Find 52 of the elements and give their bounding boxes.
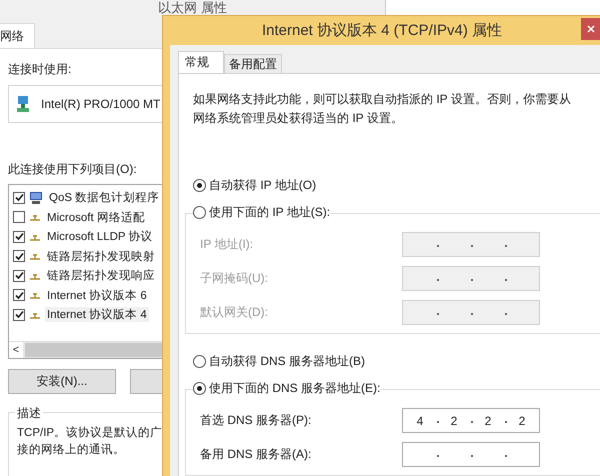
radio-label: 使用下面的 DNS 服务器地址(E): [209, 380, 380, 396]
radio-button[interactable] [193, 206, 206, 218]
checkbox[interactable] [13, 211, 25, 224]
radio-label: 自动获得 DNS 服务器地址(B) [209, 352, 365, 370]
radio-button[interactable] [193, 178, 206, 192]
tab[interactable]: 备用配置 [224, 54, 282, 73]
list-item[interactable]: Microsoft 网络适配 [45, 210, 147, 225]
radio-button[interactable] [193, 354, 206, 368]
field-label: 首选 DNS 服务器(P): [200, 412, 312, 429]
list-item[interactable]: Internet 协议版本 4 [45, 307, 149, 322]
adapter-name: Intel(R) PRO/1000 MT [41, 97, 160, 111]
list-label: 此连接使用下列项目(O): [8, 161, 137, 178]
dialog-title: Internet 协议版本 4 (TCP/IPv4) 属性 [262, 21, 502, 40]
description-text: TCP/IP。该协议是默认的广 接的网络上的通讯。 [17, 425, 164, 458]
network-protocol-icon [29, 291, 41, 300]
tab[interactable]: 常规 [178, 51, 224, 73]
network-protocol-icon [29, 310, 41, 319]
checkbox[interactable] [13, 289, 25, 302]
ip-address-field[interactable] [402, 442, 540, 467]
ip-address-field[interactable]: 4 2 2 2 [402, 408, 540, 433]
scroll-left-button[interactable]: < [9, 342, 23, 358]
network-protocol-icon [29, 272, 41, 280]
radio-label: 自动获得 IP 地址(O) [209, 176, 316, 194]
checkbox[interactable] [13, 250, 25, 262]
group-title: 描述 [15, 405, 43, 422]
list-item[interactable]: Microsoft LLDP 协议 [45, 229, 155, 244]
list-item[interactable]: 链路层拓扑发现响应 [45, 268, 157, 284]
intro-text: 如果网络支持此功能，则可以获取自动指派的 IP 设置。否则，你需要从网络系统管理员处获得适当的 IP 设置。 [193, 91, 572, 127]
radio-button[interactable] [193, 382, 206, 394]
close-button[interactable] [581, 18, 600, 40]
radio-label: 使用下面的 IP 地址(S): [209, 204, 330, 220]
network-protocol-icon [29, 232, 41, 241]
checkbox[interactable] [13, 308, 25, 321]
list-item[interactable]: 链路层拓扑发现映射 [45, 248, 157, 264]
network-protocol-icon [29, 213, 41, 222]
install-button[interactable]: 安装(N)... [8, 369, 116, 394]
field-label: 默认网关(D): [200, 304, 268, 321]
checkbox[interactable] [13, 230, 25, 243]
window-title: 以太网 属性 [158, 0, 227, 16]
field-label: 子网掩码(U): [200, 270, 268, 287]
network-protocol-icon [29, 252, 41, 260]
computer-icon [29, 190, 43, 205]
close-icon [587, 25, 595, 33]
network-adapter-icon [15, 95, 31, 113]
field-label: IP 地址(I): [200, 236, 254, 253]
field-label: 连接时使用: [8, 61, 72, 78]
checkbox[interactable] [13, 270, 25, 282]
list-item[interactable]: Internet 协议版本 6 [45, 288, 149, 303]
list-item[interactable]: QoS 数据包计划程序 [47, 190, 162, 206]
checkbox[interactable] [13, 192, 25, 204]
tab[interactable]: 网络 [0, 23, 35, 48]
field-label: 备用 DNS 服务器(A): [200, 446, 312, 463]
